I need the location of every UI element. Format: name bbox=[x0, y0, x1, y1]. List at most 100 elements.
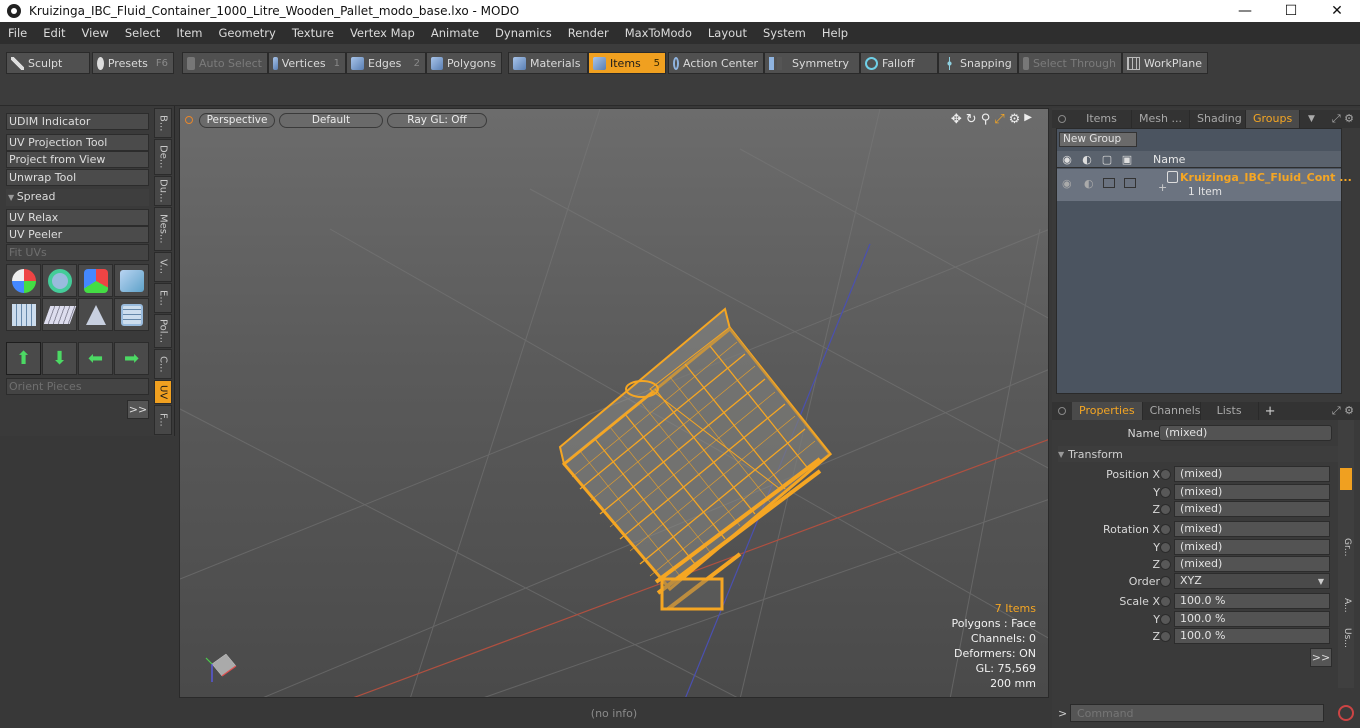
edges-button[interactable]: Edges 2 bbox=[346, 52, 426, 74]
menu-help[interactable]: Help bbox=[814, 26, 856, 40]
move-down-button[interactable]: ⬇ bbox=[42, 342, 77, 375]
uv-relax-grid-button[interactable] bbox=[6, 298, 41, 331]
auto-select-button[interactable]: Auto Select bbox=[182, 52, 268, 74]
scale-z-keyframe[interactable] bbox=[1160, 630, 1171, 642]
menu-item[interactable]: Item bbox=[168, 26, 210, 40]
move-right-button[interactable]: ➡ bbox=[114, 342, 149, 375]
position-x-keyframe[interactable] bbox=[1160, 468, 1171, 480]
orient-pieces-button[interactable]: Orient Pieces bbox=[6, 378, 149, 395]
visibility-eye-icon[interactable]: ◉ bbox=[1057, 153, 1077, 166]
rotation-y-keyframe[interactable] bbox=[1160, 541, 1171, 553]
move-view-icon[interactable]: ✥ bbox=[951, 112, 962, 127]
panel-expand-icon[interactable]: ⤢ ⚙ bbox=[1332, 404, 1354, 418]
position-y-keyframe[interactable] bbox=[1160, 486, 1171, 498]
uv-projection-tool-button[interactable]: UV Projection Tool bbox=[6, 134, 149, 151]
tab-curve[interactable]: C... bbox=[154, 349, 172, 379]
uv-transform-tool-button[interactable] bbox=[6, 264, 41, 297]
rotation-x-keyframe[interactable] bbox=[1160, 523, 1171, 535]
group-row[interactable]: ◉ ◐ + Kruizinga_IBC_Fluid_Cont ... 1 Ite… bbox=[1057, 169, 1352, 201]
panel-menu-dot-icon[interactable] bbox=[1058, 115, 1066, 123]
menu-geometry[interactable]: Geometry bbox=[211, 26, 284, 40]
polygons-button[interactable]: Polygons bbox=[426, 52, 502, 74]
scale-x-field[interactable]: 100.0 % bbox=[1174, 593, 1330, 609]
row-eye-icon[interactable]: ◉ bbox=[1062, 177, 1072, 190]
action-center-button[interactable]: Action Center bbox=[668, 52, 764, 74]
menu-animate[interactable]: Animate bbox=[423, 26, 487, 40]
expand-plus-icon[interactable]: + bbox=[1158, 181, 1167, 194]
symmetry-button[interactable]: Symmetry bbox=[764, 52, 860, 74]
row-lock-checkbox[interactable] bbox=[1103, 178, 1115, 188]
position-z-keyframe[interactable] bbox=[1160, 503, 1171, 515]
tab-uv[interactable]: UV bbox=[154, 380, 172, 404]
menu-system[interactable]: System bbox=[755, 26, 814, 40]
tab-polygon[interactable]: Pol... bbox=[154, 314, 172, 348]
panel-expand-icon[interactable]: ⤢ ⚙ bbox=[1332, 112, 1354, 126]
presets-button[interactable]: Presets F6 bbox=[92, 52, 174, 74]
viewport-menu-dot-icon[interactable] bbox=[185, 116, 193, 124]
close-button[interactable]: ✕ bbox=[1314, 0, 1360, 22]
tab-lists[interactable]: Lists bbox=[1201, 402, 1259, 420]
position-x-field[interactable]: (mixed) bbox=[1174, 466, 1330, 482]
scale-x-keyframe[interactable] bbox=[1160, 595, 1171, 607]
vertices-button[interactable]: Vertices 1 bbox=[268, 52, 346, 74]
materials-button[interactable]: Materials bbox=[508, 52, 588, 74]
rotation-x-field[interactable]: (mixed) bbox=[1174, 521, 1330, 537]
scale-z-field[interactable]: 100.0 % bbox=[1174, 628, 1330, 644]
spread-section[interactable]: ▼ Spread bbox=[6, 189, 149, 206]
items-button[interactable]: Items 5 bbox=[588, 52, 666, 74]
menu-dynamics[interactable]: Dynamics bbox=[487, 26, 560, 40]
fit-uvs-button[interactable]: Fit UVs bbox=[6, 244, 149, 261]
command-input[interactable] bbox=[1070, 704, 1324, 722]
maximize-button[interactable]: ☐ bbox=[1268, 0, 1314, 22]
side-tab-us[interactable]: Us... bbox=[1340, 628, 1352, 648]
viewport-settings-icon[interactable]: ⚙ bbox=[1009, 112, 1021, 127]
menu-texture[interactable]: Texture bbox=[284, 26, 342, 40]
rotate-view-icon[interactable]: ↻ bbox=[966, 112, 977, 127]
position-z-field[interactable]: (mixed) bbox=[1174, 501, 1330, 517]
unwrap-tool-button[interactable]: Unwrap Tool bbox=[6, 169, 149, 186]
menu-render[interactable]: Render bbox=[560, 26, 617, 40]
tab-fusion[interactable]: F... bbox=[154, 405, 172, 435]
tab-shading[interactable]: Shading bbox=[1190, 110, 1246, 128]
3d-viewport[interactable]: Perspective Default Ray GL: Off ✥ ↻ ⚲ ⤢ … bbox=[179, 108, 1049, 698]
scale-y-field[interactable]: 100.0 % bbox=[1174, 611, 1330, 627]
row-render-icon[interactable]: ◐ bbox=[1084, 177, 1094, 190]
perspective-button[interactable]: Perspective bbox=[199, 112, 275, 128]
menu-select[interactable]: Select bbox=[117, 26, 168, 40]
tab-items[interactable]: Items bbox=[1072, 110, 1132, 128]
transform-section[interactable]: ▼ Transform bbox=[1058, 446, 1338, 462]
fit-view-icon[interactable]: ⤢ bbox=[994, 112, 1004, 127]
record-macro-icon[interactable] bbox=[1338, 705, 1354, 721]
tab-mesh-edit[interactable]: Mes... bbox=[154, 207, 172, 251]
side-tab-a[interactable]: A... bbox=[1340, 598, 1352, 613]
tab-basic[interactable]: B... bbox=[154, 108, 172, 138]
position-y-field[interactable]: (mixed) bbox=[1174, 484, 1330, 500]
tab-vertex[interactable]: V... bbox=[154, 252, 172, 282]
menu-view[interactable]: View bbox=[74, 26, 117, 40]
panel-menu-dot-icon[interactable] bbox=[1058, 407, 1066, 415]
tab-mesh[interactable]: Mesh ... bbox=[1132, 110, 1190, 128]
side-tab-active[interactable] bbox=[1340, 468, 1352, 490]
select-through-button[interactable]: Select Through bbox=[1018, 52, 1122, 74]
ray-gl-button[interactable]: Ray GL: Off bbox=[387, 112, 487, 128]
tab-edge[interactable]: E... bbox=[154, 283, 172, 313]
uv-peeler-button[interactable]: UV Peeler bbox=[6, 226, 149, 243]
row-select-checkbox[interactable] bbox=[1124, 178, 1136, 188]
rotation-z-keyframe[interactable] bbox=[1160, 558, 1171, 570]
more-tools-button[interactable]: >> bbox=[127, 400, 149, 419]
viewport-expand-icon[interactable]: ▶ bbox=[1024, 112, 1032, 127]
order-keyframe[interactable] bbox=[1160, 575, 1171, 587]
sculpt-button[interactable]: Sculpt bbox=[6, 52, 90, 74]
zoom-view-icon[interactable]: ⚲ bbox=[981, 112, 991, 127]
chevron-down-icon[interactable]: ▼ bbox=[1308, 114, 1315, 124]
uv-cube-tool-button[interactable] bbox=[114, 264, 149, 297]
more-properties-button[interactable]: >> bbox=[1310, 648, 1332, 667]
uv-scale-tool-button[interactable] bbox=[78, 264, 113, 297]
uv-plane-button[interactable] bbox=[42, 298, 77, 331]
menu-layout[interactable]: Layout bbox=[700, 26, 755, 40]
move-up-button[interactable]: ⬆ bbox=[6, 342, 41, 375]
menu-maxtomodo[interactable]: MaxToModo bbox=[617, 26, 700, 40]
tab-deform[interactable]: De... bbox=[154, 139, 172, 175]
shading-default-button[interactable]: Default bbox=[279, 112, 383, 128]
uv-taper-button[interactable] bbox=[78, 298, 113, 331]
